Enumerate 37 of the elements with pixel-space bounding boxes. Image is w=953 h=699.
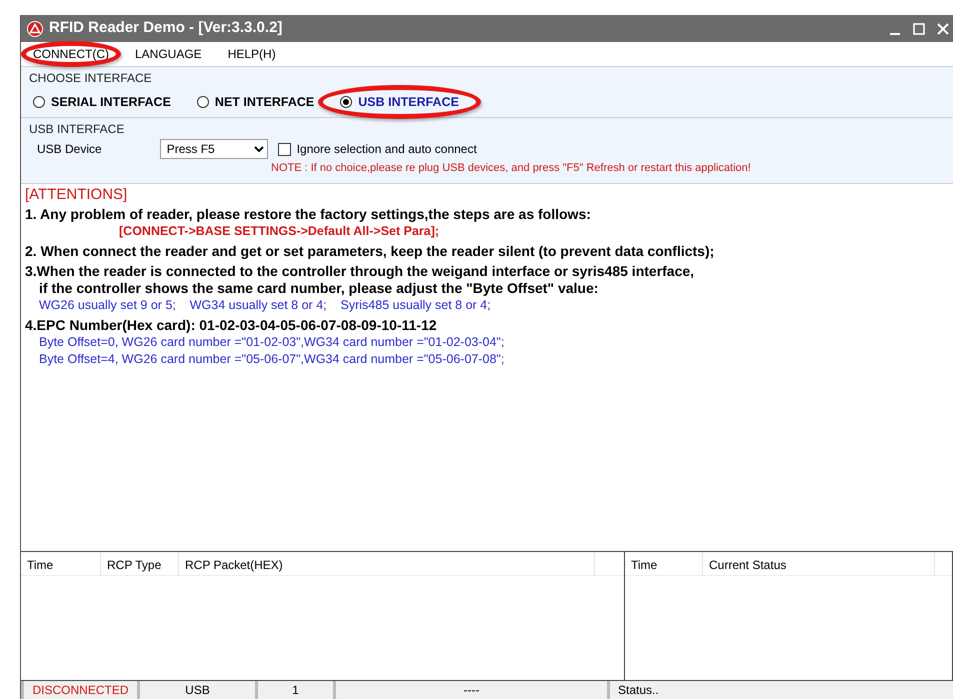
status-text: ---- (333, 681, 607, 699)
menu-item[interactable]: CONNECT(C) (33, 45, 109, 63)
detail-text: Byte Offset=4, WG26 card number ="05-06-07",WG34 card number ="05-06-07-08"; (38, 350, 506, 368)
close-icon[interactable] (937, 22, 949, 34)
radio-option[interactable]: NET INTERFACE (196, 92, 314, 112)
checkbox[interactable] (278, 142, 291, 156)
group-title: CHOOSE INTERFACE (29, 70, 153, 87)
command-text: [CONNECT->BASE SETTINGS->Default All->Set Para]; (118, 222, 440, 240)
column-header[interactable]: RCP Packet(HEX) (179, 552, 595, 575)
window-title: RFID Reader Demo - [Ver:3.3.0.2] (49, 18, 282, 38)
detail-text: WG26 usually set 9 or 5; WG34 usually set 8 or 4; Syris485 usually set 8 or 4; (38, 296, 492, 314)
instruction-text: 4.EPC Number(Hex card): 01-02-03-04-05-06-07-08-09-10-11-12 (25, 316, 438, 334)
menu-item[interactable]: HELP(H) (228, 45, 276, 63)
attention-heading: [ATTENTIONS] (25, 186, 128, 202)
column-header[interactable]: Current Status (703, 552, 935, 575)
maximize-icon[interactable] (913, 22, 925, 34)
radio-option[interactable]: SERIAL INTERFACE (33, 92, 171, 112)
menu-item[interactable]: LANGUAGE (135, 45, 202, 63)
status-text: 1 (255, 681, 333, 699)
column-header[interactable]: Time (21, 552, 101, 575)
group-title: USB INTERFACE (29, 121, 126, 138)
detail-text: Byte Offset=0, WG26 card number ="01-02-03",WG34 card number ="01-02-03-04"; (38, 334, 506, 350)
status-text: USB (137, 681, 255, 699)
column-header[interactable]: Time (625, 552, 703, 575)
checkbox-label: Ignore selection and auto connect (296, 141, 477, 158)
note-text: NOTE : If no choice,please re plug USB devices, and press "F5" Refresh or restart this application! (270, 161, 752, 176)
instruction-text: 2. When connect the reader and get or set parameters, keep the reader silent (to prevent data conflicts); (25, 242, 716, 260)
app-logo-icon (27, 20, 43, 36)
instruction-text: 3.When the reader is connected to the controller through the weigand interface or syris485 interface, (25, 262, 696, 280)
instruction-text: 1. Any problem of reader, please restore the factory settings,the steps are as follows: (25, 206, 592, 222)
column-header[interactable]: RCP Type (101, 552, 179, 575)
status-text: Status.. (607, 681, 807, 699)
status-text: DISCONNECTED (21, 681, 137, 699)
radio-option[interactable]: USB INTERFACE (340, 92, 459, 112)
instruction-text: if the controller shows the same card number, please adjust the "Byte Offset" value: (38, 280, 600, 296)
device-dropdown[interactable]: Press F5 (160, 139, 268, 159)
field-label: USB Device (37, 141, 102, 158)
